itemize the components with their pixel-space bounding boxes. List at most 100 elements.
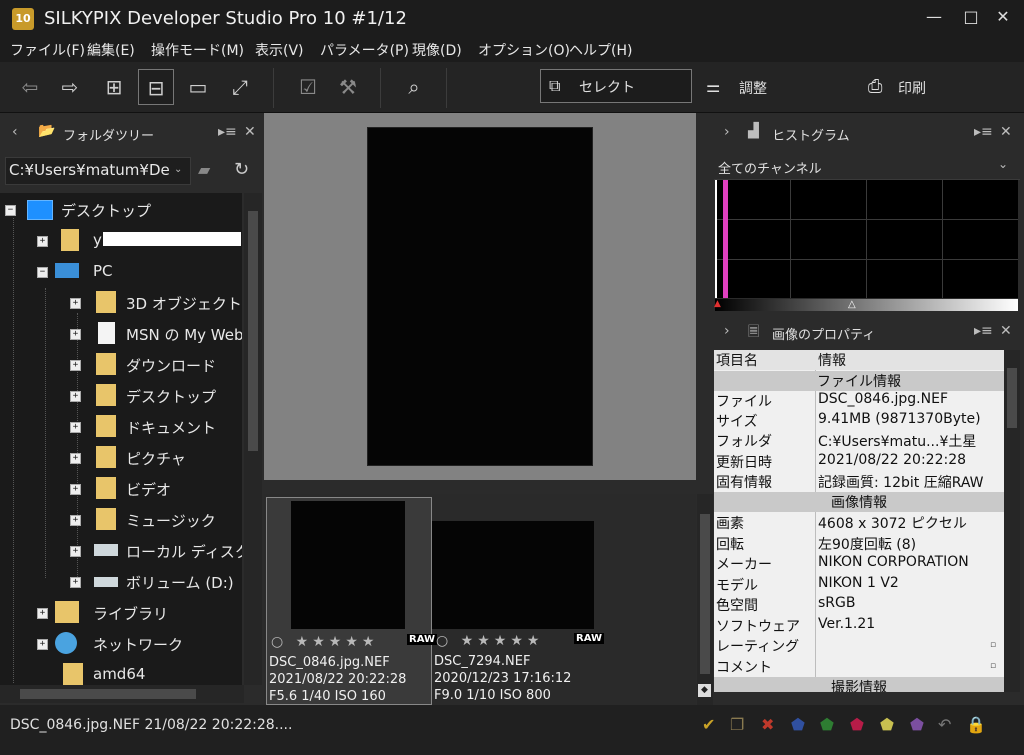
tree-expander[interactable]: + <box>70 577 81 588</box>
row-value: sRGB <box>818 595 856 611</box>
table-row: 回転 左90度回転 (8) <box>714 534 1004 554</box>
expand-panel-icon[interactable]: › <box>724 124 730 140</box>
table-row: コメント ▫ <box>714 657 1004 677</box>
loupe-icon[interactable]: ⌕ <box>396 69 432 105</box>
menu-develop[interactable]: 現像(D) <box>412 40 462 60</box>
row-key: 更新日時 <box>716 455 772 471</box>
library-icon <box>55 601 79 623</box>
tree-expander[interactable]: − <box>5 205 16 216</box>
panel-menu-icon[interactable]: ▸≡ <box>974 124 993 140</box>
tree-expander[interactable]: + <box>70 422 81 433</box>
undo-icon[interactable]: ↶ <box>938 715 951 734</box>
red-tag-icon[interactable]: ⬟ <box>850 715 864 734</box>
thumbnail-strip: ○ ★★★★★ RAW DSC_0846.jpg.NEF 2021/08/22 … <box>264 494 696 705</box>
tone-gradient-bar: ▲ △ <box>714 299 1018 311</box>
drive-icon <box>94 544 118 556</box>
thumbnail-scrollbar[interactable]: ◆ <box>697 494 713 705</box>
tree-item-label: ネットワーク <box>93 636 184 654</box>
black-point-marker[interactable]: ▲ <box>714 299 721 309</box>
minimize-button[interactable]: — <box>914 4 954 30</box>
tree-expander[interactable]: + <box>70 453 81 464</box>
histogram-title: ヒストグラム <box>772 129 850 144</box>
zoom-diamond-icon[interactable]: ◆ <box>698 684 711 697</box>
menu-edit[interactable]: 編集(E) <box>87 40 135 60</box>
adjust-mode-icon[interactable]: ⚌ <box>706 77 720 96</box>
folder-tree-header: ‹ 📂 フォルダツリー ▸≡ ✕ <box>0 113 262 151</box>
thumbnail-item[interactable]: ○ ★★★★★ RAW DSC_7294.NEF 2020/12/23 17:1… <box>432 497 605 703</box>
edit-icon[interactable]: ▫ <box>990 661 996 671</box>
section-shooting-info[interactable]: 撮影情報 <box>714 677 1004 692</box>
panel-close-icon[interactable]: ✕ <box>1000 124 1012 140</box>
toolbar-separator <box>273 68 274 108</box>
section-image-info[interactable]: 画像情報 <box>714 492 1004 512</box>
tree-vertical-scrollbar[interactable] <box>244 193 262 685</box>
tree-expander[interactable]: + <box>37 608 48 619</box>
folder-path-combobox[interactable]: C:¥Users¥matum¥De ⌄ <box>5 157 191 185</box>
print-mode-icon[interactable]: ⎙ <box>868 76 882 97</box>
properties-scrollbar[interactable] <box>1004 350 1020 692</box>
thumbnail-image <box>291 501 405 629</box>
tree-horizontal-scrollbar[interactable] <box>0 685 244 703</box>
blue-tag-icon[interactable]: ⬟ <box>791 715 805 734</box>
tree-expander[interactable]: + <box>37 639 48 650</box>
channel-select[interactable]: 全てのチャンネル ⌄ <box>714 153 1020 180</box>
yellow-tag-icon[interactable]: ⬟ <box>880 715 894 734</box>
panel-close-icon[interactable]: ✕ <box>1000 323 1012 339</box>
refresh-icon[interactable]: ↻ <box>234 159 249 180</box>
folder-tree: − デスクトップ + y − PC + 3D オブジェクト + MSN の My… <box>0 193 242 685</box>
grid-view-icon[interactable]: ⊞ <box>96 69 132 105</box>
folder-go-icon[interactable]: ▰ <box>198 160 210 179</box>
panel-menu-icon[interactable]: ▸≡ <box>218 124 237 140</box>
single-view-icon[interactable]: ▭ <box>180 69 216 105</box>
menu-file[interactable]: ファイル(F) <box>10 40 85 60</box>
green-tag-icon[interactable]: ⬟ <box>820 715 834 734</box>
image-preview[interactable] <box>264 113 696 480</box>
tree-item-label: ライブラリ <box>93 605 169 623</box>
tree-expander[interactable]: − <box>37 267 48 278</box>
collapse-panel-icon[interactable]: ‹ <box>12 124 18 140</box>
menu-help[interactable]: ヘルプ(H) <box>569 40 632 60</box>
gray-point-marker[interactable]: △ <box>848 299 856 310</box>
tree-expander[interactable]: + <box>70 391 81 402</box>
split-view-icon[interactable]: ⊟ <box>138 69 174 105</box>
panel-menu-icon[interactable]: ▸≡ <box>974 323 993 339</box>
next-image-icon[interactable]: ⇨ <box>52 69 88 105</box>
menu-parameter[interactable]: パラメータ(P) <box>320 40 409 60</box>
hammer-tool-icon[interactable]: ⚒ <box>330 69 366 105</box>
tree-expander[interactable]: + <box>70 298 81 309</box>
tree-expander[interactable]: + <box>70 546 81 557</box>
tree-expander[interactable]: + <box>70 360 81 371</box>
tree-expander[interactable]: + <box>70 515 81 526</box>
menu-option[interactable]: オプション(O) <box>478 40 570 60</box>
tree-item-label: amd64 <box>93 665 146 683</box>
rating-stars[interactable]: ○ ★★★★★ <box>271 634 378 650</box>
edit-icon[interactable]: ▫ <box>990 640 996 650</box>
thumbnail-exposure: F5.6 1/40 ISO 160 <box>269 689 386 704</box>
check-tool-icon[interactable]: ☑ <box>290 69 326 105</box>
menu-operation-mode[interactable]: 操作モード(M) <box>151 40 244 60</box>
prev-image-icon[interactable]: ⇦ <box>12 69 48 105</box>
print-mode-label[interactable]: 印刷 <box>898 78 926 98</box>
folder-icon <box>63 663 83 685</box>
close-button[interactable]: ✕ <box>983 4 1023 30</box>
preview-image[interactable] <box>367 127 593 466</box>
drive-icon <box>94 577 118 587</box>
fullscreen-icon[interactable]: ⤢ <box>222 69 258 105</box>
expand-panel-icon[interactable]: › <box>724 323 730 339</box>
copy-icon[interactable]: ❐ <box>730 715 744 734</box>
thumbnail-item[interactable]: ○ ★★★★★ RAW DSC_0846.jpg.NEF 2021/08/22 … <box>266 497 438 705</box>
reject-x-icon[interactable]: ✖ <box>761 715 774 734</box>
accept-check-icon[interactable]: ✔ <box>702 715 715 734</box>
table-row: ファイル DSC_0846.jpg.NEF <box>714 391 1004 411</box>
section-file-info[interactable]: ファイル情報 <box>714 371 1004 391</box>
rating-stars[interactable]: ○ ★★★★★ <box>436 633 543 649</box>
panel-close-icon[interactable]: ✕ <box>244 124 256 140</box>
purple-tag-icon[interactable]: ⬟ <box>910 715 924 734</box>
tree-expander[interactable]: + <box>70 484 81 495</box>
menu-view[interactable]: 表示(V) <box>255 40 304 60</box>
lock-icon[interactable]: 🔒 <box>966 715 986 734</box>
adjust-mode-label[interactable]: 調整 <box>739 78 767 98</box>
select-mode-button[interactable]: ⧉ セレクト <box>540 69 692 103</box>
tree-expander[interactable]: + <box>70 329 81 340</box>
tree-expander[interactable]: + <box>37 236 48 247</box>
